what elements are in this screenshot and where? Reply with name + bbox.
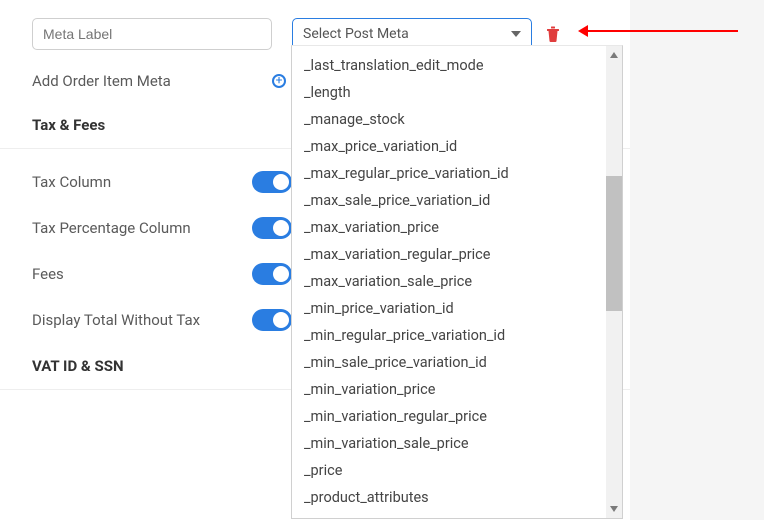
- scrollbar-thumb[interactable]: [606, 176, 622, 311]
- dropdown-option[interactable]: _max_price_variation_id: [292, 133, 622, 160]
- dropdown-option[interactable]: _last_translation_edit_mode: [292, 52, 622, 79]
- dropdown-option[interactable]: _max_sale_price_variation_id: [292, 187, 622, 214]
- fees-label: Fees: [32, 265, 252, 283]
- display-total-without-tax-toggle[interactable]: [252, 309, 292, 331]
- dropdown-option[interactable]: _min_regular_price_variation_id: [292, 322, 622, 349]
- plus-circle-icon: [272, 74, 286, 88]
- add-order-item-meta-label: Add Order Item Meta: [32, 72, 252, 90]
- dropdown-option[interactable]: _min_sale_price_variation_id: [292, 349, 622, 376]
- delete-meta-button[interactable]: [546, 26, 560, 42]
- tax-percentage-toggle[interactable]: [252, 217, 292, 239]
- tax-column-toggle[interactable]: [252, 171, 292, 193]
- dropdown-option[interactable]: _min_variation_sale_price: [292, 430, 622, 457]
- tax-column-label: Tax Column: [32, 173, 252, 191]
- dropdown-option[interactable]: _min_variation_price: [292, 376, 622, 403]
- dropdown-option[interactable]: _product_image_gallery: [292, 511, 622, 519]
- scroll-up-icon[interactable]: [609, 50, 619, 60]
- dropdown-option[interactable]: _length: [292, 79, 622, 106]
- dropdown-option[interactable]: _max_variation_sale_price: [292, 268, 622, 295]
- dropdown-option[interactable]: _max_regular_price_variation_id: [292, 160, 622, 187]
- meta-label-input[interactable]: [32, 18, 272, 50]
- dropdown-option[interactable]: _manage_stock: [292, 106, 622, 133]
- dropdown-option[interactable]: _max_variation_regular_price: [292, 241, 622, 268]
- scroll-down-icon[interactable]: [609, 504, 619, 514]
- dropdown-option[interactable]: _min_price_variation_id: [292, 295, 622, 322]
- dropdown-option[interactable]: _price: [292, 457, 622, 484]
- fees-toggle[interactable]: [252, 263, 292, 285]
- dropdown-option[interactable]: _max_variation_price: [292, 214, 622, 241]
- dropdown-option[interactable]: _min_variation_regular_price: [292, 403, 622, 430]
- dropdown-option[interactable]: _product_attributes: [292, 484, 622, 511]
- trash-icon: [546, 26, 560, 42]
- post-meta-select-placeholder: Select Post Meta: [303, 26, 409, 42]
- post-meta-dropdown[interactable]: _last_translation_edit_mode_length_manag…: [291, 45, 623, 519]
- tax-percentage-label: Tax Percentage Column: [32, 219, 252, 237]
- chevron-down-icon: [511, 31, 521, 37]
- dropdown-scrollbar[interactable]: [606, 46, 622, 518]
- display-total-without-tax-label: Display Total Without Tax: [32, 311, 252, 329]
